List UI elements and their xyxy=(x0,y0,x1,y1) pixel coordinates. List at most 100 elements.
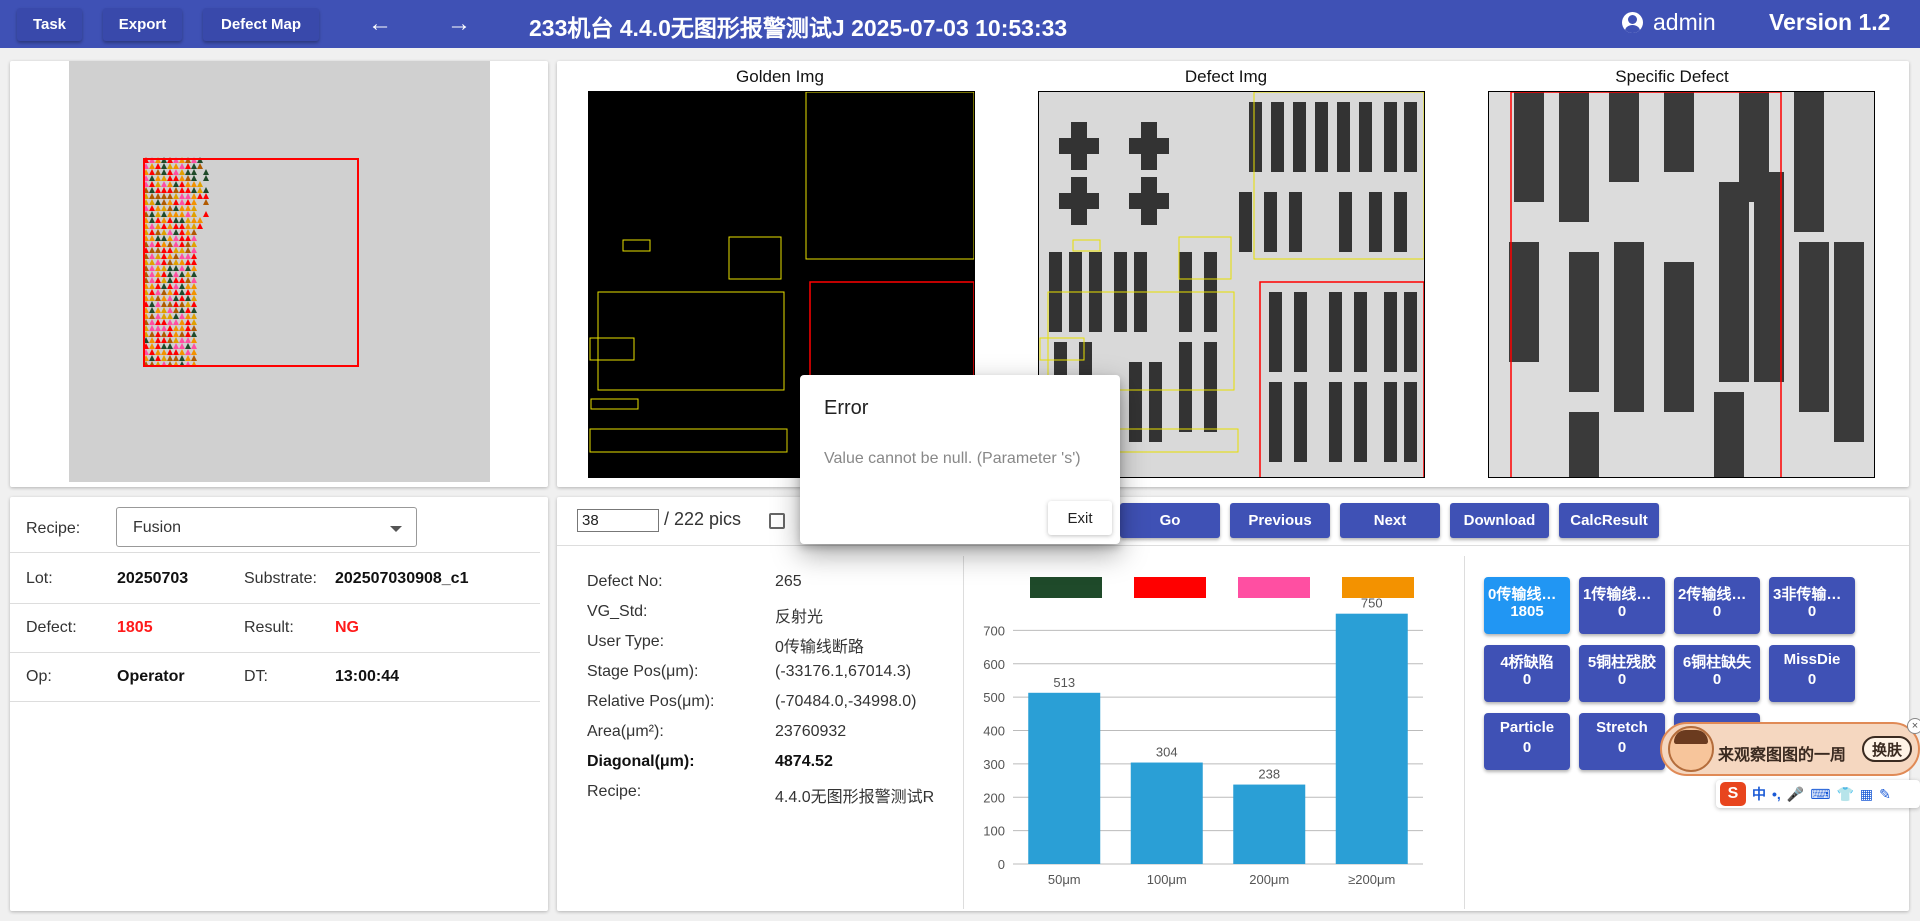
info-row-op xyxy=(10,653,540,702)
dialog-message: Value cannot be null. (Parameter 's') xyxy=(824,450,1081,467)
trace-bar xyxy=(1289,192,1302,252)
specific-defect-canvas xyxy=(1489,92,1874,477)
x-tick-label: 200μm xyxy=(1249,872,1289,887)
category-button[interactable]: 0传输线断路 1805 xyxy=(1484,577,1570,634)
defect-size-chart: 0 100 200 300 400 500 600 700 513 50μm 304 100μm 238… xyxy=(983,577,1423,887)
trace-bar xyxy=(1719,182,1749,382)
y-tick-label: 100 xyxy=(983,824,1005,839)
detail-label: Recipe: xyxy=(587,783,642,800)
microphone-icon[interactable]: 🎤 xyxy=(1787,786,1804,803)
trace-bar xyxy=(1569,412,1599,477)
detail-label: Stage Pos(μm): xyxy=(587,663,699,680)
chinese-mode-icon[interactable]: 中 xyxy=(1752,784,1766,804)
dt-label: DT: xyxy=(244,668,268,685)
trace-bar xyxy=(1509,242,1539,362)
category-count: 0 xyxy=(1617,671,1627,688)
pad-shape xyxy=(1059,193,1099,209)
handwrite-icon[interactable]: ✎ xyxy=(1879,786,1891,803)
pic-index-input[interactable] xyxy=(577,509,659,532)
close-icon[interactable]: × xyxy=(1907,718,1920,734)
exit-button[interactable]: Exit xyxy=(1048,501,1112,535)
category-button[interactable]: Stretch 0 xyxy=(1579,713,1665,770)
result-value: NG xyxy=(335,619,359,636)
category-button[interactable]: 3非传输线缺陷0 xyxy=(1769,577,1855,634)
specific-defect-image[interactable] xyxy=(1488,91,1875,478)
recipe-label: Recipe: xyxy=(26,520,81,537)
detail-value: 23760932 xyxy=(775,723,847,740)
trace-bar xyxy=(1799,242,1829,412)
punctuation-icon[interactable]: •, xyxy=(1772,786,1781,802)
filter-checkbox[interactable] xyxy=(769,513,785,529)
x-tick-label: 50μm xyxy=(1048,872,1081,887)
trace-bar xyxy=(1404,102,1417,172)
user-name: admin xyxy=(1653,9,1716,35)
next-button[interactable]: Next xyxy=(1340,503,1440,538)
trace-bar xyxy=(1369,192,1382,252)
category-label: Particle xyxy=(1499,719,1555,736)
trace-bar xyxy=(1384,292,1397,372)
category-label: 5铜柱残胶 xyxy=(1587,654,1657,671)
version-label: Version 1.2 xyxy=(1769,9,1891,35)
category-button[interactable]: 4桥缺陷 0 xyxy=(1484,645,1570,702)
recipe-select[interactable]: Fusion xyxy=(116,507,417,547)
category-button[interactable]: 5铜柱残胶 0 xyxy=(1579,645,1665,702)
category-count: 0 xyxy=(1807,671,1817,688)
detail-value: 4874.52 xyxy=(775,753,833,770)
trace-bar xyxy=(1204,342,1217,432)
trace-bar xyxy=(1149,362,1162,442)
category-button[interactable]: 2传输线缺口 0 xyxy=(1674,577,1760,634)
trace-bar xyxy=(1179,342,1192,432)
trace-bar xyxy=(1404,292,1417,372)
category-label: 1传输线短路 xyxy=(1583,586,1661,603)
substrate-label: Substrate: xyxy=(244,570,317,587)
sogou-logo-icon[interactable]: S xyxy=(1720,782,1746,806)
task-button[interactable]: Task xyxy=(17,8,82,41)
trace-bar xyxy=(1264,192,1277,252)
keyboard-icon[interactable]: ⌨ xyxy=(1810,786,1830,803)
trace-bar xyxy=(1293,102,1306,172)
trace-bar xyxy=(1664,92,1694,172)
legend-swatch xyxy=(1238,577,1310,598)
y-tick-label: 300 xyxy=(983,757,1005,772)
x-tick-label: 100μm xyxy=(1147,872,1187,887)
detail-value: (-33176.1,67014.3) xyxy=(775,663,912,680)
trace-bar xyxy=(1269,292,1282,372)
detail-label: Relative Pos(μm): xyxy=(587,693,715,710)
bar-value-label: 513 xyxy=(1053,675,1075,690)
bar-value-label: 238 xyxy=(1258,767,1280,782)
category-count: 0 xyxy=(1712,603,1722,620)
previous-button[interactable]: Previous xyxy=(1230,503,1330,538)
category-button[interactable]: 1传输线短路 0 xyxy=(1579,577,1665,634)
y-tick-label: 400 xyxy=(983,724,1005,739)
ime-skin-button[interactable]: 换肤 xyxy=(1862,736,1912,762)
export-button[interactable]: Export xyxy=(103,8,182,41)
calc-result-button[interactable]: CalcResult xyxy=(1559,503,1659,538)
specific-defect-title: Specific Defect xyxy=(1615,67,1729,86)
pad-shape xyxy=(1129,138,1169,154)
category-button[interactable]: 6铜柱缺失 0 xyxy=(1674,645,1760,702)
back-arrow-icon[interactable]: ← xyxy=(364,8,396,40)
legend-swatch xyxy=(1134,577,1206,598)
trace-bar xyxy=(1294,292,1307,372)
y-tick-label: 500 xyxy=(983,690,1005,705)
golden-img-title: Golden Img xyxy=(736,67,824,86)
category-button[interactable]: MissDie 0 xyxy=(1769,645,1855,702)
ime-toolbar[interactable]: S 中 •, 🎤 ⌨ 👕 ▦ ✎ xyxy=(1716,780,1920,808)
go-button[interactable]: Go xyxy=(1120,503,1220,538)
toolbox-grid-icon[interactable]: ▦ xyxy=(1860,786,1873,803)
defect-map-button[interactable]: Defect Map xyxy=(203,8,319,41)
skin-shirt-icon[interactable]: 👕 xyxy=(1836,786,1853,803)
category-count: 0 xyxy=(1617,739,1627,756)
trace-bar xyxy=(1354,292,1367,372)
download-button[interactable]: Download xyxy=(1450,503,1549,538)
ime-skin-banner[interactable]: 来观察图图的一周 换肤 × xyxy=(1660,718,1920,776)
defect-label: Defect: xyxy=(26,619,77,636)
forward-arrow-icon[interactable]: → xyxy=(443,8,475,40)
category-button[interactable]: Particle 0 xyxy=(1484,713,1570,770)
user-menu[interactable]: admin xyxy=(1622,9,1716,36)
trace-bar xyxy=(1404,382,1417,462)
ime-banner-text: 来观察图图的一周 xyxy=(1718,747,1847,764)
lot-value: 20250703 xyxy=(117,570,189,587)
category-label: 0传输线断路 xyxy=(1488,586,1566,603)
wafer-selection-rect xyxy=(143,158,359,367)
